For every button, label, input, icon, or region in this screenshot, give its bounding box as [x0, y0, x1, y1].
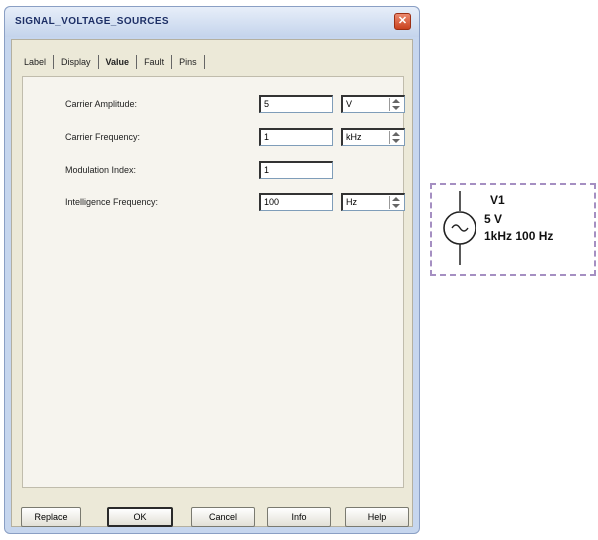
carrier-amplitude-unit-select[interactable]: V	[341, 95, 405, 113]
spin-down-icon[interactable]	[392, 106, 400, 110]
spin-down-icon[interactable]	[392, 139, 400, 143]
help-button[interactable]: Help	[345, 507, 409, 527]
tab-divider	[53, 55, 55, 69]
replace-button[interactable]: Replace	[21, 507, 81, 527]
intelligence-frequency-unit: Hz	[346, 197, 357, 207]
tab-divider	[203, 55, 205, 69]
tab-label[interactable]: Label	[20, 56, 50, 68]
tab-divider	[136, 55, 138, 69]
spinner-icon[interactable]	[389, 131, 402, 144]
carrier-frequency-field[interactable]: 1	[259, 128, 333, 146]
schematic-symbol[interactable]: V1 5 V 1kHz 100 Hz	[430, 183, 596, 276]
tab-divider	[97, 55, 99, 69]
spin-up-icon[interactable]	[392, 99, 400, 103]
tab-value[interactable]: Value	[102, 56, 134, 68]
carrier-amplitude-unit: V	[346, 99, 353, 109]
tab-display[interactable]: Display	[57, 56, 95, 68]
spinner-icon[interactable]	[389, 98, 402, 111]
properties-dialog: SIGNAL_VOLTAGE_SOURCES ✕ Label Display V…	[4, 6, 420, 534]
info-button[interactable]: Info	[267, 507, 331, 527]
spinner-icon[interactable]	[389, 196, 402, 209]
symbol-frequency-label: 1kHz 100 Hz	[484, 229, 554, 243]
ok-button[interactable]: OK	[107, 507, 173, 527]
tab-fault[interactable]: Fault	[140, 56, 168, 68]
carrier-amplitude-label: Carrier Amplitude:	[65, 99, 138, 109]
symbol-ref-label: V1	[490, 193, 505, 207]
spin-up-icon[interactable]	[392, 132, 400, 136]
tab-strip: Label Display Value Fault Pins	[20, 52, 208, 72]
modulation-index-field[interactable]: 1	[259, 161, 333, 179]
carrier-frequency-unit-select[interactable]: kHz	[341, 128, 405, 146]
intelligence-frequency-field[interactable]: 100	[259, 193, 333, 211]
cancel-button[interactable]: Cancel	[191, 507, 255, 527]
spin-up-icon[interactable]	[392, 197, 400, 201]
symbol-amplitude-label: 5 V	[484, 212, 503, 226]
tab-divider	[171, 55, 173, 69]
carrier-frequency-unit: kHz	[346, 132, 362, 142]
spin-down-icon[interactable]	[392, 204, 400, 208]
dialog-title: SIGNAL_VOLTAGE_SOURCES	[15, 16, 170, 27]
dialog-body: Label Display Value Fault Pins Carrier A…	[11, 39, 413, 527]
ac-source-icon	[443, 191, 476, 265]
close-icon[interactable]: ✕	[394, 13, 411, 30]
modulation-index-label: Modulation Index:	[65, 165, 137, 175]
tab-pins[interactable]: Pins	[175, 56, 201, 68]
intelligence-frequency-label: Intelligence Frequency:	[65, 197, 159, 207]
carrier-frequency-label: Carrier Frequency:	[65, 132, 141, 142]
title-bar[interactable]: SIGNAL_VOLTAGE_SOURCES ✕	[5, 7, 419, 37]
intelligence-frequency-unit-select[interactable]: Hz	[341, 193, 405, 211]
carrier-amplitude-field[interactable]: 5	[259, 95, 333, 113]
value-panel: Carrier Amplitude: 5 V Carrier Frequency…	[22, 76, 405, 488]
